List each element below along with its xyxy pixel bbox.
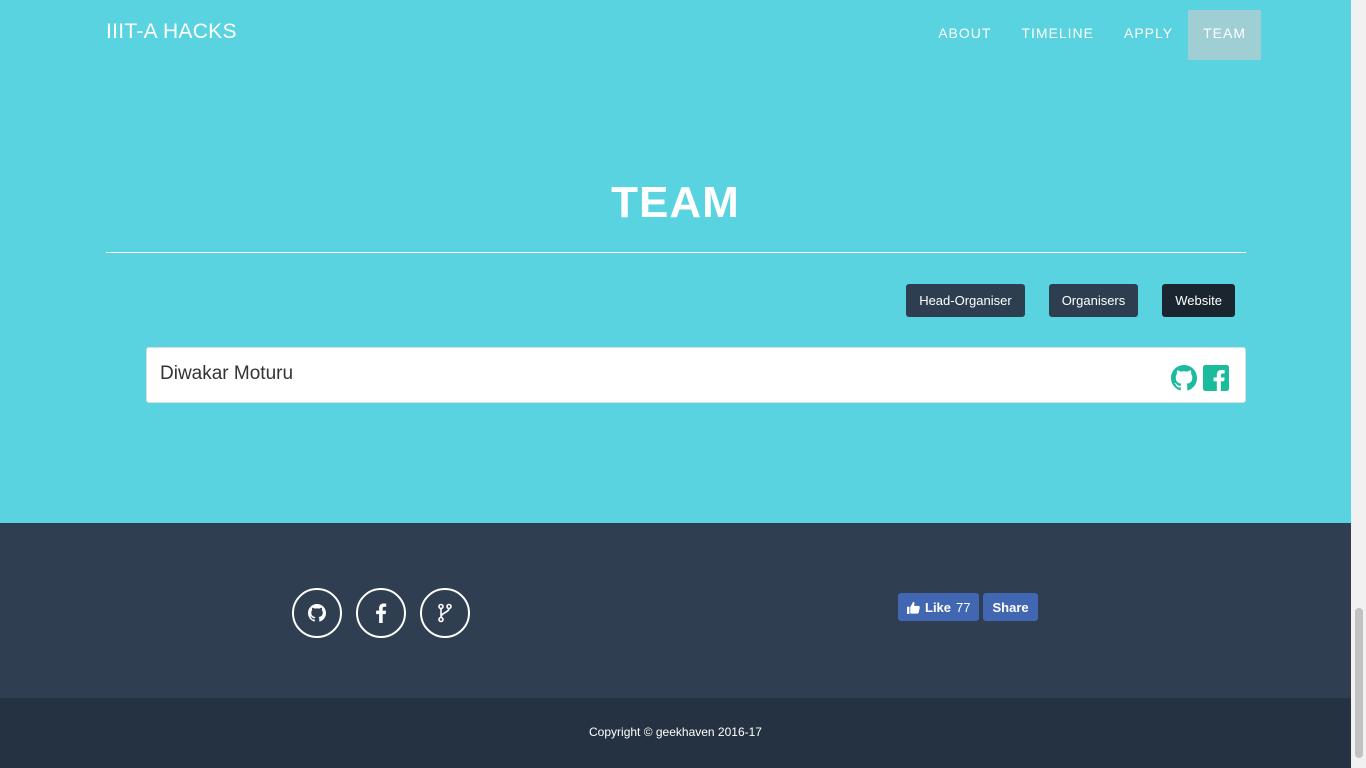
member-links xyxy=(1171,365,1229,391)
section-title: TEAM xyxy=(611,178,740,227)
like-count: 77 xyxy=(956,599,971,615)
facebook-share-button[interactable]: Share xyxy=(983,593,1038,621)
footer: Like 77 Share xyxy=(0,523,1351,698)
facebook-icon[interactable] xyxy=(356,588,406,638)
github-icon[interactable] xyxy=(1171,365,1197,391)
like-label: Like xyxy=(925,599,952,615)
page-scrollbar[interactable] xyxy=(1351,0,1366,768)
copyright-bar: Copyright © geekhaven 2016-17 xyxy=(0,698,1351,768)
team-filter-group: Head-Organiser Organisers Website xyxy=(906,284,1235,317)
copyright-text: Copyright © geekhaven 2016-17 xyxy=(589,725,762,739)
team-section: IIIT-A HACKS ABOUT TIMELINE APPLY TEAM T… xyxy=(0,0,1351,523)
facebook-like-button[interactable]: Like 77 xyxy=(898,593,980,621)
filter-website-button[interactable]: Website xyxy=(1162,284,1235,317)
facebook-icon[interactable] xyxy=(1203,365,1229,391)
page: IIIT-A HACKS ABOUT TIMELINE APPLY TEAM T… xyxy=(0,0,1351,768)
main-nav: ABOUT TIMELINE APPLY TEAM xyxy=(923,10,1261,60)
filter-head-organiser-button[interactable]: Head-Organiser xyxy=(906,284,1025,317)
facebook-like-widget: Like 77 Share xyxy=(898,593,1038,621)
member-name: Diwakar Moturu xyxy=(160,363,294,384)
scrollbar-thumb[interactable] xyxy=(1355,608,1363,758)
nav-apply[interactable]: APPLY xyxy=(1109,10,1188,60)
git-branch-icon[interactable] xyxy=(420,588,470,638)
filter-organisers-button[interactable]: Organisers xyxy=(1048,284,1139,317)
nav-timeline[interactable]: TIMELINE xyxy=(1006,10,1109,60)
nav-team[interactable]: TEAM xyxy=(1188,10,1261,60)
social-links xyxy=(292,588,470,638)
section-divider xyxy=(106,252,1246,253)
nav-about[interactable]: ABOUT xyxy=(923,10,1006,60)
github-icon[interactable] xyxy=(292,588,342,638)
member-card: Diwakar Moturu xyxy=(146,347,1246,403)
thumbs-up-icon xyxy=(907,601,920,614)
brand-logo[interactable]: IIIT-A HACKS xyxy=(106,20,237,44)
